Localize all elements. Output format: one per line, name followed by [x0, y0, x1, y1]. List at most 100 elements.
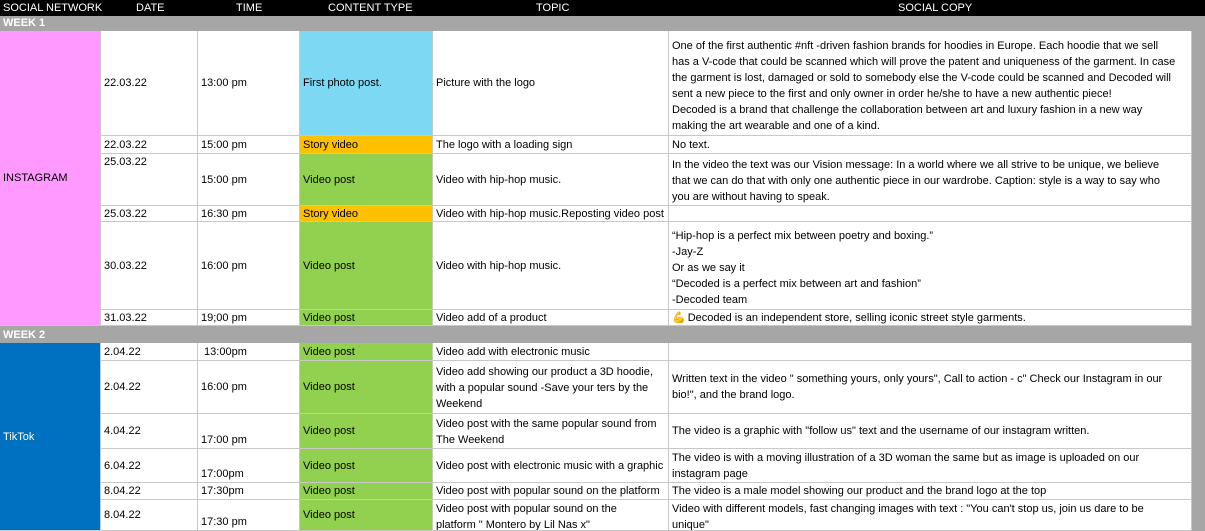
- time-cell[interactable]: 19;00 pm: [198, 310, 300, 326]
- copy-cell[interactable]: The video is with a moving illustration …: [669, 449, 1192, 483]
- date-cell[interactable]: 22.03.22: [101, 31, 198, 136]
- copy-cell[interactable]: Video with different models, fast changi…: [669, 500, 1192, 531]
- copy-cell[interactable]: The video is a male model showing our pr…: [669, 483, 1192, 500]
- network-label: TikTok: [3, 430, 35, 443]
- header-time: TIME: [236, 2, 263, 14]
- topic-line: Video add showing our product a 3D hoodi…: [436, 366, 653, 378]
- content-type-cell[interactable]: Video post: [300, 343, 433, 361]
- copy-line: instagram page: [672, 468, 748, 480]
- date-cell[interactable]: 30.03.22: [101, 222, 198, 310]
- time-cell[interactable]: 17:00 pm: [198, 414, 300, 449]
- topic-cell[interactable]: Picture with the logo: [433, 31, 669, 136]
- topic-cell[interactable]: Video with hip-hop music.: [433, 154, 669, 206]
- topic-cell[interactable]: Video with hip-hop music.: [433, 222, 669, 310]
- topic-cell[interactable]: Video post with popular sound on the pla…: [433, 500, 669, 531]
- date-cell[interactable]: 8.04.22: [101, 500, 198, 531]
- network-label: INSTAGRAM: [3, 172, 68, 184]
- topic-cell[interactable]: Video add of a product: [433, 310, 669, 326]
- topic-cell[interactable]: The logo with a loading sign: [433, 136, 669, 154]
- copy-line: “Hip-hop is a perfect mix between poetry…: [672, 230, 934, 242]
- copy-cell[interactable]: One of the first authentic #nft -driven …: [669, 31, 1192, 136]
- copy-cell[interactable]: The video is a graphic with "follow us" …: [669, 414, 1192, 449]
- copy-line: sent a new piece to the first and only o…: [672, 88, 1112, 100]
- copy-cell[interactable]: No text.: [669, 136, 1192, 154]
- network-tiktok[interactable]: TikTok: [0, 343, 101, 531]
- time-cell[interactable]: 13:00 pm: [198, 31, 300, 136]
- copy-line: the garment is lost, damaged or sold to …: [672, 72, 1171, 84]
- copy-line: unique": [672, 519, 709, 531]
- content-type-cell[interactable]: Video post: [300, 449, 433, 483]
- time-cell[interactable]: 17:30 pm: [198, 500, 300, 531]
- topic-line: Video post with popular sound on the: [436, 503, 617, 515]
- copy-line: -Decoded team: [672, 294, 748, 306]
- header-date: DATE: [136, 2, 165, 14]
- date-cell[interactable]: 4.04.22: [101, 414, 198, 449]
- date-cell[interactable]: 22.03.22: [101, 136, 198, 154]
- content-type-cell[interactable]: Video post: [300, 414, 433, 449]
- date-cell[interactable]: 31.03.22: [101, 310, 198, 326]
- copy-line: Or as we say it: [672, 262, 745, 274]
- header-topic: TOPIC: [536, 2, 570, 14]
- topic-line: Video post with the same popular sound f…: [436, 418, 657, 430]
- copy-line: you are without having to speak.: [672, 191, 830, 203]
- topic-line: The Weekend: [436, 434, 505, 446]
- time-cell[interactable]: 16:30 pm: [198, 206, 300, 222]
- copy-line: One of the first authentic #nft -driven …: [672, 40, 1159, 52]
- copy-line: “Decoded is a perfect mix between art an…: [672, 278, 921, 290]
- topic-line: platform " Montero by Lil Nas x": [436, 519, 590, 531]
- copy-line: making the art wearable and one of a kin…: [672, 120, 880, 132]
- copy-cell[interactable]: [669, 206, 1192, 222]
- copy-line: Video with different models, fast changi…: [672, 503, 1144, 515]
- topic-line: Weekend: [436, 398, 483, 410]
- topic-cell[interactable]: Video add showing our product a 3D hoodi…: [433, 361, 669, 414]
- time-cell[interactable]: 15:00 pm: [198, 154, 300, 206]
- header-network: SOCIAL NETWORK: [3, 2, 103, 14]
- network-instagram[interactable]: INSTAGRAM: [0, 31, 101, 326]
- copy-cell[interactable]: [669, 343, 1192, 361]
- time-cell[interactable]: 17:30pm: [198, 483, 300, 500]
- date-cell[interactable]: 6.04.22: [101, 449, 198, 483]
- copy-line: that we can do that with only one authen…: [672, 175, 1160, 187]
- copy-line: Decoded is an independent store, selling…: [687, 311, 1026, 324]
- content-type-cell[interactable]: Story video: [300, 136, 433, 154]
- copy-line: In the video the text was our Vision mes…: [672, 159, 1160, 171]
- time-cell[interactable]: 17:00pm: [198, 449, 300, 483]
- topic-cell[interactable]: Video add with electronic music: [433, 343, 669, 361]
- copy-line: has a V-code that could be scanned which…: [672, 56, 1176, 68]
- date-cell[interactable]: 25.03.22: [101, 206, 198, 222]
- topic-cell[interactable]: Video post with electronic music with a …: [433, 449, 669, 483]
- time-cell[interactable]: 16:00 pm: [198, 361, 300, 414]
- flexed-biceps-icon: 💪: [672, 311, 686, 324]
- content-type-cell[interactable]: Video post: [300, 483, 433, 500]
- date-cell[interactable]: 2.04.22: [101, 343, 198, 361]
- week-1-bar: WEEK 1: [0, 16, 1192, 31]
- content-type-cell[interactable]: Video post: [300, 222, 433, 310]
- content-type-cell[interactable]: Video post: [300, 500, 433, 531]
- copy-cell[interactable]: In the video the text was our Vision mes…: [669, 154, 1192, 206]
- header-content-type: CONTENT TYPE: [328, 2, 413, 14]
- copy-cell[interactable]: 💪 Decoded is an independent store, sellin…: [669, 310, 1192, 326]
- content-type-cell[interactable]: Video post: [300, 154, 433, 206]
- topic-cell[interactable]: Video post with the same popular sound f…: [433, 414, 669, 449]
- topic-cell[interactable]: Video post with popular sound on the pla…: [433, 483, 669, 500]
- copy-cell[interactable]: Written text in the video " something yo…: [669, 361, 1192, 414]
- copy-cell[interactable]: “Hip-hop is a perfect mix between poetry…: [669, 222, 1192, 310]
- copy-line: -Jay-Z: [672, 246, 704, 258]
- copy-text: Written text in the video " something yo…: [672, 371, 1162, 403]
- copy-line: The video is with a moving illustration …: [672, 452, 1140, 464]
- time-cell[interactable]: 13:00pm: [198, 343, 300, 361]
- content-type-cell[interactable]: Video post: [300, 310, 433, 326]
- date-cell[interactable]: 25.03.22: [101, 154, 198, 206]
- content-type-cell[interactable]: Video post: [300, 361, 433, 414]
- time-cell[interactable]: 15:00 pm: [198, 136, 300, 154]
- header-row: SOCIAL NETWORK DATE TIME CONTENT TYPE TO…: [0, 0, 1205, 16]
- time-cell[interactable]: 16:00 pm: [198, 222, 300, 310]
- content-type-cell[interactable]: First photo post.: [300, 31, 433, 136]
- date-cell[interactable]: 8.04.22: [101, 483, 198, 500]
- week-2-bar: WEEK 2: [0, 328, 1192, 343]
- copy-line: Decoded is a brand that challenge the co…: [672, 104, 1143, 116]
- header-copy: SOCIAL COPY: [898, 2, 973, 14]
- date-cell[interactable]: 2.04.22: [101, 361, 198, 414]
- content-type-cell[interactable]: Story video: [300, 206, 433, 222]
- topic-cell[interactable]: Video with hip-hop music.Reposting video…: [433, 206, 669, 222]
